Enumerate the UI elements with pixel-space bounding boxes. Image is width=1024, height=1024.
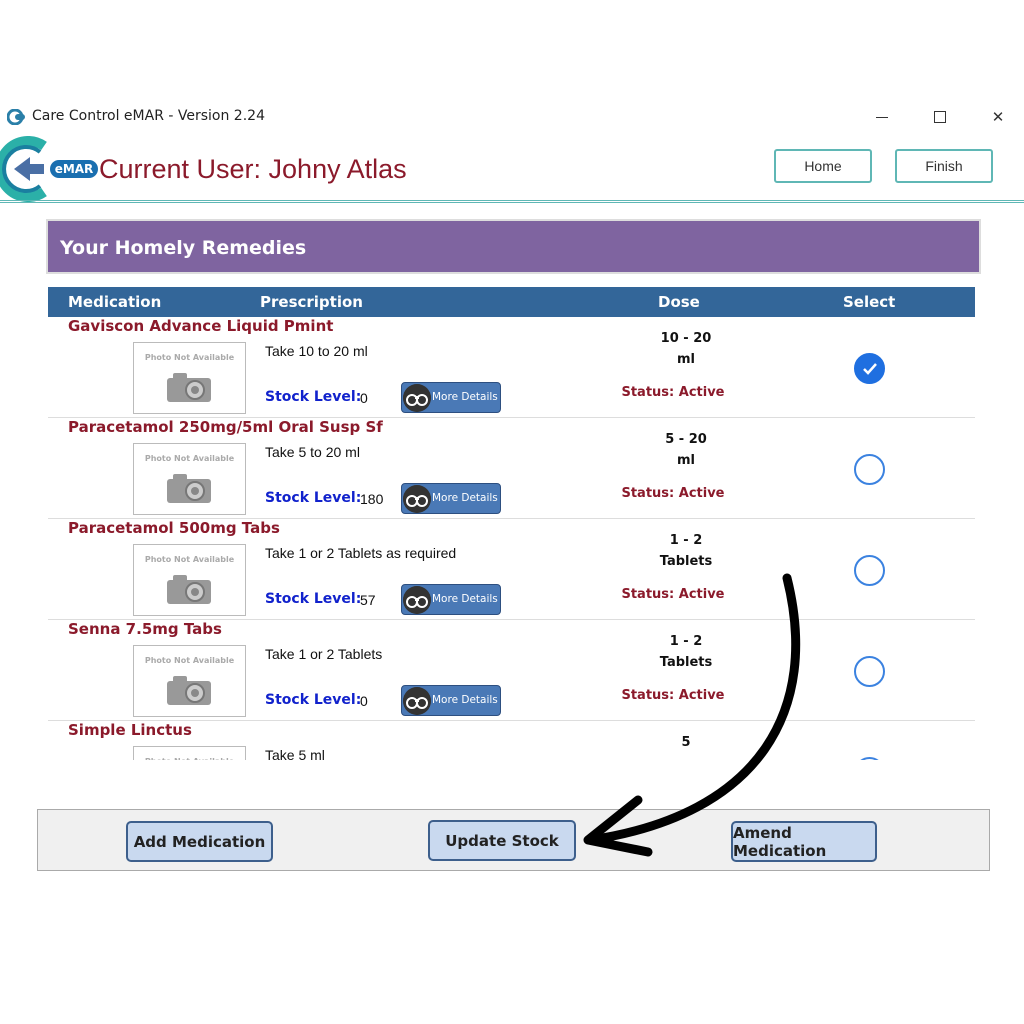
select-radio[interactable] [854,454,885,485]
select-radio[interactable] [854,757,885,760]
column-header-medication: Medication [68,293,162,311]
stock-level-label: Stock Level: [265,389,362,405]
medication-photo: Photo Not Available [133,342,246,414]
app-header: eMAR Current User: Johny Atlas Home Fini… [0,134,1024,204]
stock-level-value: 0 [360,390,368,406]
more-details-label: More Details [432,593,498,605]
prescription-text: Take 1 or 2 Tablets [265,646,383,662]
medication-row: Paracetamol 500mg Tabs Photo Not Availab… [48,519,975,620]
medication-row: Senna 7.5mg Tabs Photo Not Available Tak… [48,620,975,721]
photo-placeholder-label: Photo Not Available [144,555,235,564]
medication-name: Paracetamol 500mg Tabs [68,519,280,537]
table-header: Medication Prescription Dose Select [48,287,975,317]
prescription-text: Take 1 or 2 Tablets as required [265,545,457,561]
binoculars-icon [403,687,431,715]
binoculars-icon [403,384,431,412]
window-titlebar: Care Control eMAR - Version 2.24 ✕ [0,104,1024,130]
current-user-label: Current User: Johny Atlas [99,154,407,184]
column-header-select: Select [843,293,896,311]
prescription-text: Take 5 ml [265,747,325,760]
more-details-button[interactable]: More Details [401,483,501,514]
section-title: Your Homely Remedies [60,237,307,259]
medication-name: Simple Linctus [68,721,192,739]
action-bar: Add Medication Update Stock Amend Medica… [37,809,990,871]
photo-placeholder-label: Photo Not Available [144,353,235,362]
medication-photo: Photo Not Available [133,645,246,717]
annotation-arrow-icon [583,573,801,857]
medication-photo: Photo Not Available [133,746,246,760]
photo-placeholder-label: Photo Not Available [144,454,235,463]
more-details-label: More Details [432,694,498,706]
stock-level-label: Stock Level: [265,490,362,506]
dose-unit: Tablets [659,554,713,569]
add-medication-button[interactable]: Add Medication [126,821,273,862]
more-details-label: More Details [432,492,498,504]
finish-button[interactable]: Finish [895,149,993,183]
photo-placeholder-label: Photo Not Available [134,757,245,760]
medication-name: Gaviscon Advance Liquid Pmint [68,317,334,335]
app-logo-icon [7,109,25,125]
select-radio[interactable] [854,555,885,586]
window-title: Care Control eMAR - Version 2.24 [32,108,265,124]
medication-list[interactable]: Gaviscon Advance Liquid Pmint Photo Not … [48,317,975,760]
status-label: Status: Active [621,385,725,400]
logo-text: eMAR [55,162,94,176]
select-radio[interactable] [854,656,885,687]
binoculars-icon [403,485,431,513]
column-header-prescription: Prescription [260,293,363,311]
more-details-button[interactable]: More Details [401,382,501,413]
medication-row: Simple Linctus Photo Not Available Take … [48,721,975,760]
more-details-button[interactable]: More Details [401,584,501,615]
stock-level-value: 57 [360,592,376,608]
stock-level-value: 180 [360,491,384,507]
stock-level-label: Stock Level: [265,692,362,708]
camera-icon [167,373,211,402]
binoculars-icon [403,586,431,614]
update-stock-button[interactable]: Update Stock [428,820,576,861]
status-label: Status: Active [621,486,725,501]
checkmark-icon [863,363,877,375]
medication-name: Paracetamol 250mg/5ml Oral Susp Sf [68,418,383,436]
dose-value: 10 - 20 [660,331,712,346]
header-divider [0,200,1024,203]
maximize-icon[interactable] [920,104,960,130]
emar-logo: eMAR [0,136,98,202]
stock-level-value: 0 [360,693,368,709]
camera-icon [167,474,211,503]
more-details-label: More Details [432,391,498,403]
stock-level-label: Stock Level: [265,591,362,607]
close-icon[interactable]: ✕ [978,104,1018,130]
dose-value: 1 - 2 [669,533,703,548]
medication-row: Gaviscon Advance Liquid Pmint Photo Not … [48,317,975,418]
section-banner: Your Homely Remedies [46,219,981,274]
camera-icon [167,575,211,604]
select-radio[interactable] [854,353,885,384]
minimize-icon[interactable] [862,104,902,130]
camera-icon [167,676,211,705]
column-header-dose: Dose [658,293,700,311]
more-details-button[interactable]: More Details [401,685,501,716]
medication-row: Paracetamol 250mg/5ml Oral Susp Sf Photo… [48,418,975,519]
dose-unit: ml [676,352,695,367]
dose-unit: ml [676,453,695,468]
medication-photo: Photo Not Available [133,544,246,616]
prescription-text: Take 10 to 20 ml [265,343,368,359]
photo-placeholder-label: Photo Not Available [144,656,235,665]
prescription-text: Take 5 to 20 ml [265,444,360,460]
medication-photo: Photo Not Available [133,443,246,515]
medication-name: Senna 7.5mg Tabs [68,620,222,638]
dose-value: 5 - 20 [665,432,707,447]
home-button[interactable]: Home [774,149,872,183]
